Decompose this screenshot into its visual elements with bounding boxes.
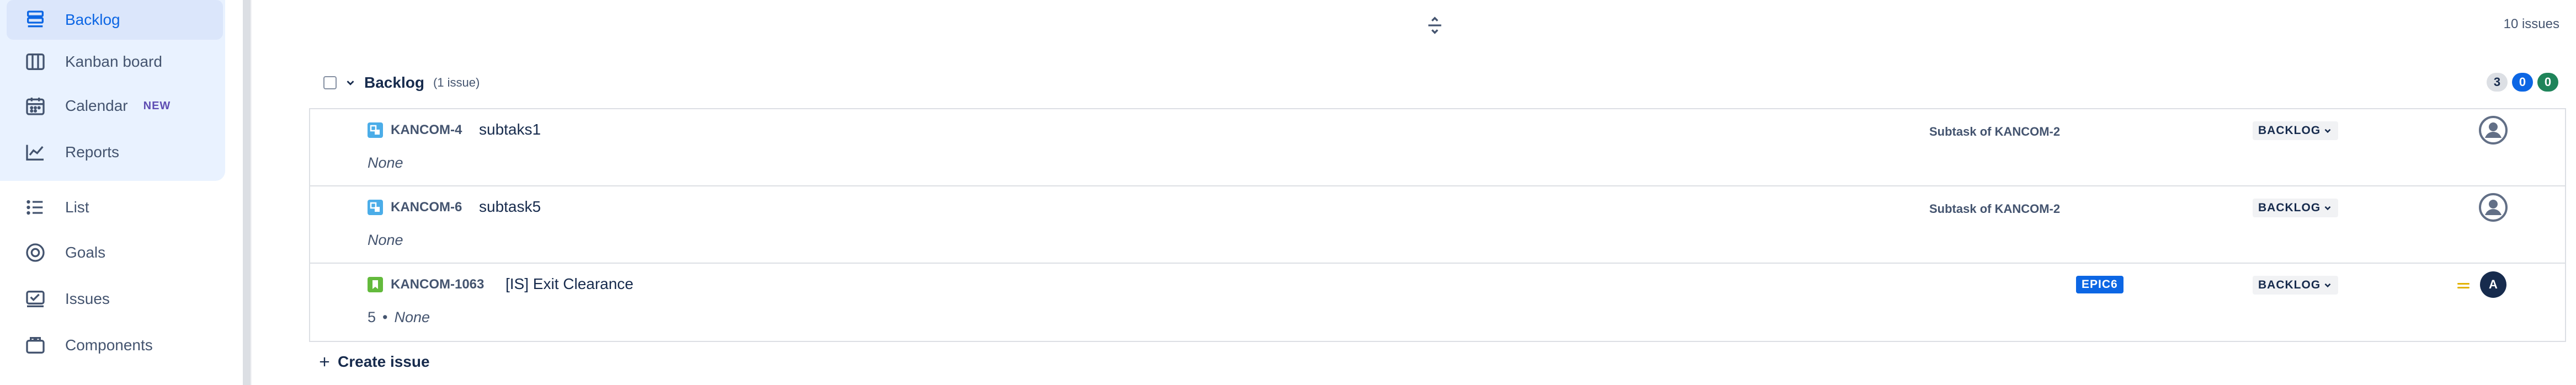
board-icon (23, 50, 47, 74)
issue-key[interactable]: KANCOM-4 (391, 122, 462, 138)
chevron-down-icon (2324, 283, 2331, 288)
list-icon (23, 195, 47, 220)
sidebar-item-calendar[interactable]: Calendar NEW (7, 86, 223, 126)
sidebar-item-label: Reports (65, 143, 120, 161)
issue-field-value: None (368, 232, 403, 248)
divider (251, 0, 252, 385)
issues-icon (23, 287, 47, 311)
issue-row[interactable]: KANCOM-1063 [IS] Exit Clearance 5 • None E… (310, 264, 2565, 341)
sidebar-resize-handle[interactable] (243, 0, 251, 385)
issue-row[interactable]: KANCOM-6 subtask5 None Subtask of KANCOM… (310, 186, 2565, 264)
issue-summary[interactable]: [IS] Exit Clearance (505, 275, 634, 293)
sidebar-item-label: List (65, 199, 89, 216)
epic-lozenge[interactable]: EPIC6 (2076, 276, 2123, 293)
priority-medium-icon (2456, 278, 2471, 293)
sidebar-item-label: Goals (65, 244, 106, 261)
sidebar-item-components[interactable]: Components (7, 325, 223, 365)
backlog-section-header: Backlog (1 issue) (323, 71, 480, 95)
status-dropdown[interactable]: BACKLOG (2253, 199, 2339, 217)
sidebar-planning-group: Backlog Kanban board Calendar NEW Report… (0, 0, 225, 181)
parent-issue-link[interactable]: Subtask of KANCOM-2 (1929, 202, 2060, 216)
issue-summary[interactable]: subtaks1 (479, 120, 541, 139)
sidebar-item-label: Kanban board (65, 53, 162, 70)
status-label: BACKLOG (2258, 201, 2321, 214)
status-dropdown[interactable]: BACKLOG (2253, 121, 2339, 140)
goals-icon (23, 240, 47, 265)
in-progress-count-badge: 0 (2512, 73, 2533, 92)
sidebar-item-reports[interactable]: Reports (7, 132, 223, 172)
sidebar: Backlog Kanban board Calendar NEW Report… (0, 0, 242, 385)
chevron-down-icon[interactable] (344, 77, 356, 89)
sidebar-item-issues[interactable]: Issues (7, 279, 223, 319)
issue-summary[interactable]: subtask5 (479, 197, 541, 216)
chevron-down-icon (2324, 206, 2331, 211)
status-label: BACKLOG (2258, 279, 2321, 291)
issue-field-value: None (394, 309, 430, 325)
parent-issue-link[interactable]: Subtask of KANCOM-2 (1929, 125, 2060, 139)
unassigned-avatar[interactable] (2479, 116, 2508, 145)
issue-row[interactable]: KANCOM-4 subtaks1 None Subtask of KANCOM… (310, 109, 2565, 186)
sidebar-item-backlog[interactable]: Backlog (7, 0, 223, 40)
story-points: 5 (368, 309, 376, 325)
unassigned-avatar[interactable] (2479, 193, 2508, 222)
backlog-icon (23, 8, 47, 32)
sidebar-item-label: Issues (65, 290, 110, 307)
story-icon (368, 277, 383, 292)
components-icon (23, 333, 47, 357)
reports-icon (23, 140, 47, 164)
create-issue-label: Create issue (338, 353, 430, 370)
issue-meta: 5 • None (368, 309, 430, 325)
select-all-checkbox[interactable] (323, 76, 337, 89)
status-label: BACKLOG (2258, 124, 2321, 137)
new-badge: NEW (143, 99, 171, 112)
chevron-down-icon (2324, 129, 2331, 133)
done-count-badge: 0 (2537, 73, 2558, 92)
subtask-icon (368, 200, 383, 215)
status-count-pills: 3 0 0 (2487, 73, 2558, 92)
section-issue-count: (1 issue) (433, 76, 480, 89)
sidebar-item-label: Components (65, 336, 153, 354)
issue-key[interactable]: KANCOM-6 (391, 200, 462, 215)
sidebar-item-kanban-board[interactable]: Kanban board (7, 42, 223, 82)
issue-field-value: None (368, 154, 403, 171)
plus-icon (320, 357, 329, 367)
section-title[interactable]: Backlog (364, 74, 424, 92)
sidebar-item-list[interactable]: List (7, 188, 223, 227)
status-dropdown[interactable]: BACKLOG (2253, 276, 2339, 295)
sidebar-item-label: Backlog (65, 11, 120, 28)
issue-key[interactable]: KANCOM-1063 (391, 277, 484, 292)
issue-list: KANCOM-4 subtaks1 None Subtask of KANCOM… (309, 108, 2566, 342)
issue-count: 10 issues (2503, 17, 2559, 31)
create-issue-button[interactable]: Create issue (317, 353, 430, 371)
assignee-avatar[interactable]: A (2480, 271, 2506, 298)
subtask-icon (368, 122, 383, 138)
collapse-expand-icon[interactable] (1424, 14, 1446, 36)
calendar-icon (23, 94, 47, 118)
sidebar-item-label: Calendar (65, 97, 128, 114)
sidebar-item-goals[interactable]: Goals (7, 233, 223, 272)
todo-count-badge: 3 (2487, 73, 2508, 92)
